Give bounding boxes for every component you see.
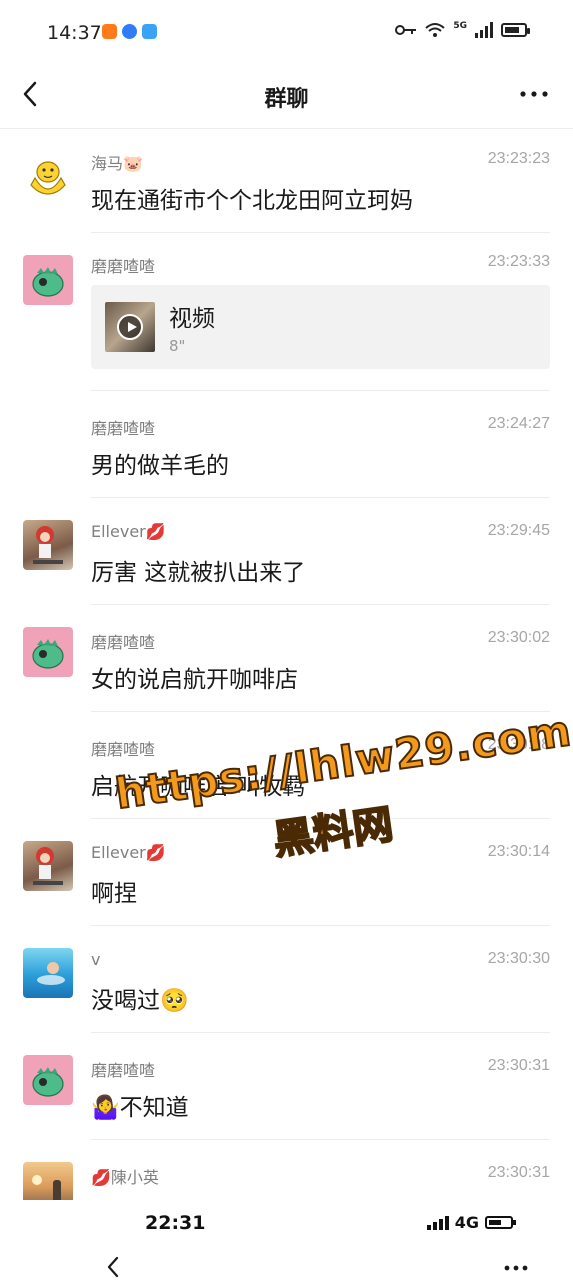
status-time: 14:37 xyxy=(47,22,102,44)
bottom-status-right: 4G xyxy=(426,1213,516,1232)
sender-name: Ellever💋 xyxy=(91,843,166,862)
key-icon xyxy=(395,25,417,35)
message-text: 厉害 这就被扒出来了 xyxy=(91,560,306,586)
bottom-status-overlay: 22:31 4G xyxy=(0,1200,573,1280)
girl-avatar-icon xyxy=(33,847,63,885)
green-dino-icon xyxy=(32,267,64,297)
video-message-card[interactable]: 视频 8" xyxy=(91,285,550,369)
sender-name: 磨磨喳喳 xyxy=(91,633,156,652)
message-item[interactable]: Ellever💋 23:29:45 厉害 这就被扒出来了 xyxy=(0,498,573,605)
message-text: 女的说启航开咖啡店 xyxy=(91,667,298,693)
avatar[interactable] xyxy=(23,948,73,998)
message-time: 23:29:45 xyxy=(487,522,550,539)
message-time: 23:30:31 xyxy=(487,1057,550,1074)
more-icon[interactable] xyxy=(504,1264,528,1272)
avatar[interactable] xyxy=(23,627,73,677)
sender-name: 磨磨喳喳 xyxy=(91,740,156,759)
message-text: 现在通街市个个北龙田阿立珂妈 xyxy=(91,188,413,214)
message-item[interactable]: 磨磨喳喳 23:30:08 启航开咖啡店 叫牧羁 xyxy=(0,712,573,819)
message-text: 男的做羊毛的 xyxy=(91,453,229,479)
message-time: 23:23:33 xyxy=(487,253,550,270)
message-item[interactable]: Ellever💋 23:30:14 啊捏 xyxy=(0,819,573,926)
back-arrow-icon[interactable] xyxy=(104,1256,124,1278)
message-text: 🤷‍♀️不知道 xyxy=(91,1095,189,1121)
status-right-group: 5G xyxy=(395,21,530,38)
status-bar: 14:37 5G xyxy=(0,0,573,64)
video-thumbnail[interactable] xyxy=(105,302,155,352)
green-dino-icon xyxy=(32,1067,64,1097)
video-duration: 8" xyxy=(169,337,186,355)
signal-icon xyxy=(426,1215,449,1230)
battery-icon xyxy=(485,1216,516,1229)
play-icon[interactable] xyxy=(117,314,143,340)
message-time: 23:30:14 xyxy=(487,843,550,860)
sender-name: 磨磨喳喳 xyxy=(91,257,156,276)
message-time: 23:23:23 xyxy=(487,150,550,167)
taobao-icon xyxy=(102,24,117,39)
signal-icon xyxy=(475,22,493,38)
message-text: 啊捏 xyxy=(91,881,137,907)
message-time: 23:30:08 xyxy=(487,736,550,753)
sender-name: 💋陳小英 xyxy=(91,1168,159,1187)
alipay-icon xyxy=(142,24,157,39)
sender-name: v xyxy=(91,950,101,969)
message-text: 启航开咖啡店 叫牧羁 xyxy=(91,774,306,800)
message-item[interactable]: v 23:30:30 没喝过🥺 xyxy=(0,926,573,1033)
bottom-network-type: 4G xyxy=(454,1213,479,1232)
message-text: 没喝过🥺 xyxy=(91,988,189,1014)
yellow-character-icon xyxy=(30,161,66,195)
message-item[interactable]: 磨磨喳喳 23:23:33 视频 8" xyxy=(0,233,573,391)
sender-name: Ellever💋 xyxy=(91,522,166,541)
wifi-icon xyxy=(425,23,446,37)
network-type: 5G xyxy=(453,21,467,31)
battery-icon xyxy=(501,23,530,37)
avatar[interactable] xyxy=(23,520,73,570)
message-time: 23:30:30 xyxy=(487,950,550,967)
sender-name: 磨磨喳喳 xyxy=(91,1061,156,1080)
girl-avatar-icon xyxy=(33,526,63,564)
more-icon[interactable] xyxy=(519,84,549,104)
pool-avatar-icon xyxy=(37,962,65,985)
page-title: 群聊 xyxy=(264,87,309,112)
bottom-status-time: 22:31 xyxy=(145,1212,206,1234)
nav-bar: 群聊 xyxy=(0,64,573,129)
video-label: 视频 xyxy=(169,306,215,332)
blue-app-icon xyxy=(122,24,137,39)
sender-name: 海马🐷 xyxy=(91,154,143,173)
avatar[interactable] xyxy=(23,255,73,305)
chat-message-list[interactable]: 海马🐷 23:23:23 现在通街市个个北龙田阿立珂妈 磨磨喳喳 23:23:3… xyxy=(0,130,573,1230)
message-time: 23:24:27 xyxy=(487,415,550,432)
status-app-icons xyxy=(102,24,157,39)
avatar[interactable] xyxy=(23,841,73,891)
sender-name: 磨磨喳喳 xyxy=(91,419,156,438)
avatar[interactable] xyxy=(23,152,73,202)
avatar[interactable] xyxy=(23,1055,73,1105)
message-time: 23:30:31 xyxy=(487,1164,550,1181)
message-item[interactable]: 海马🐷 23:23:23 现在通街市个个北龙田阿立珂妈 xyxy=(0,130,573,233)
green-dino-icon xyxy=(32,639,64,669)
battery-fill xyxy=(505,27,519,33)
message-item[interactable]: 磨磨喳喳 23:24:27 男的做羊毛的 xyxy=(0,391,573,498)
message-time: 23:30:02 xyxy=(487,629,550,646)
message-item[interactable]: 磨磨喳喳 23:30:31 🤷‍♀️不知道 xyxy=(0,1033,573,1140)
message-item[interactable]: 磨磨喳喳 23:30:02 女的说启航开咖啡店 xyxy=(0,605,573,712)
